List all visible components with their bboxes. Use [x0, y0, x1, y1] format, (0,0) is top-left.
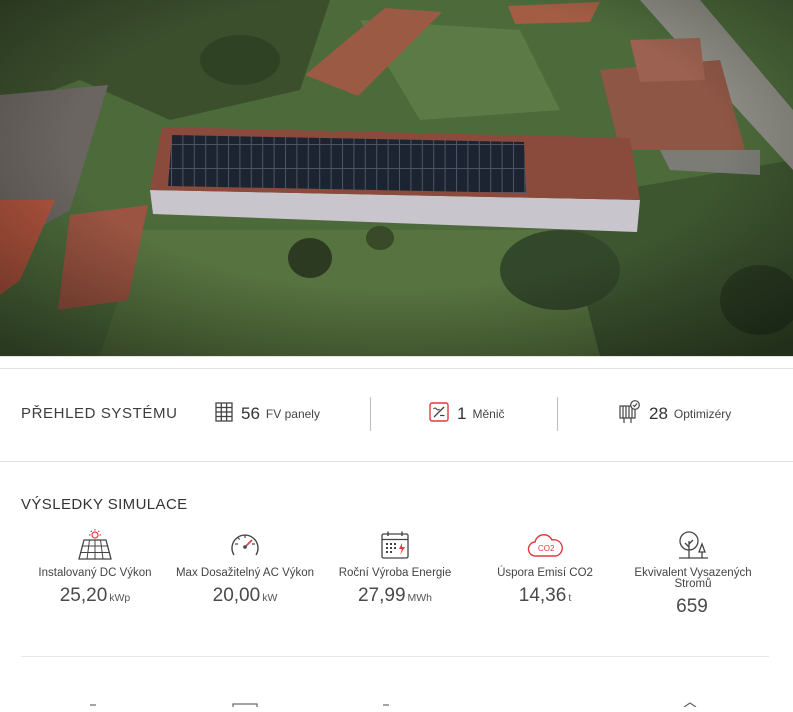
inverter-icon [429, 401, 449, 427]
overview-inverters: 1 Měnič [429, 401, 504, 427]
result-card-ac-power: Max Dosažitelný AC Výkon 20,00 kW [170, 528, 320, 607]
card-label: Instalovaný DC Výkon [38, 567, 152, 579]
svg-text:CO2: CO2 [538, 544, 555, 553]
card-value: 14,36 t [470, 585, 620, 607]
card-number: 27,99 [357, 585, 406, 606]
panels-count: 56 [241, 404, 260, 423]
result-card-annual-production: Roční Výroba Energie 27,99 MWh [320, 528, 470, 607]
solar-panel-sun-icon [20, 528, 170, 562]
result-card-dc-power: Instalovaný DC Výkon 25,20 kWp [20, 528, 170, 607]
card-label: Max Dosažitelný AC Výkon [175, 567, 315, 579]
card-value: 27,99 MWh [320, 585, 470, 607]
gauge-icon [170, 528, 320, 562]
solar-panel-grid-icon [215, 401, 233, 427]
card-unit: MWh [407, 592, 433, 604]
simulation-title: VÝSLEDKY SIMULACE [21, 496, 188, 513]
card-unit: kWp [109, 592, 131, 604]
card-number: 14,36 [518, 585, 567, 606]
overview-title: PŘEHLED SYSTÉMU [21, 405, 178, 422]
inverters-count: 1 [457, 404, 467, 423]
overview-separator [370, 397, 371, 431]
optimizer-icon [619, 399, 641, 429]
panels-label: FV panely [265, 407, 320, 421]
trees-icon [618, 528, 768, 562]
card-number: 659 [676, 596, 708, 617]
card-value: 25,20 kWp [20, 585, 170, 607]
optimizers-count: 28 [649, 404, 668, 423]
card-unit: t [568, 592, 572, 604]
aerial-site-image [0, 0, 793, 357]
card-label: Roční Výroba Energie [338, 567, 452, 579]
overview-separator [557, 397, 558, 431]
card-label: Ekvivalent Vysazených Stromů [634, 567, 752, 590]
card-unit: kW [262, 592, 278, 604]
result-card-trees: Ekvivalent Vysazených Stromů 659 [618, 528, 768, 618]
system-overview-bar: PŘEHLED SYSTÉMU 56 FV panely 1 Měnič 28 … [0, 368, 793, 462]
card-value: 20,00 kW [170, 585, 320, 607]
overview-panels: 56 FV panely [215, 401, 320, 427]
co2-cloud-icon: CO2 [470, 528, 620, 562]
section-divider [21, 656, 769, 657]
next-row-icons-cut-off [0, 694, 793, 711]
card-value: 659 [618, 596, 768, 618]
card-number: 20,00 [212, 585, 261, 606]
calendar-icon [320, 528, 470, 562]
overview-optimizers: 28 Optimizéry [619, 399, 732, 429]
card-number: 25,20 [59, 585, 108, 606]
optimizers-label: Optimizéry [673, 407, 732, 421]
card-label: Úspora Emisí CO2 [497, 567, 593, 579]
inverters-label: Měnič [472, 407, 505, 421]
result-card-co2-savings: CO2 Úspora Emisí CO2 14,36 t [470, 528, 620, 607]
